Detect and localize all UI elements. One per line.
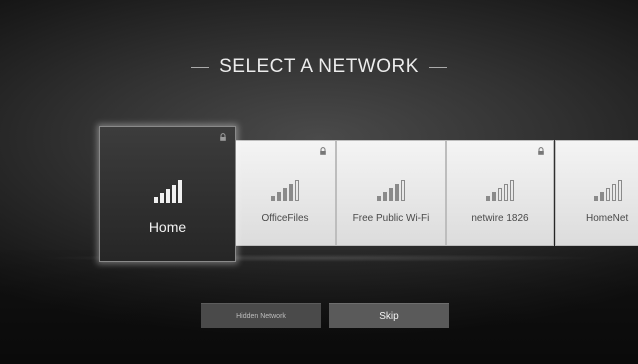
- signal-bar: [153, 197, 158, 203]
- signal-bar: [177, 180, 182, 203]
- signal-bar: [277, 192, 281, 201]
- signal-bar: [283, 188, 287, 201]
- signal-bar: [492, 192, 496, 201]
- signal-bar: [383, 192, 387, 201]
- hidden-network-button[interactable]: Hidden Network: [201, 303, 321, 328]
- title-row: SELECT A NETWORK: [0, 52, 638, 82]
- title-rule-right: [428, 66, 447, 68]
- signal-bar: [395, 184, 399, 201]
- signal-bar: [594, 196, 598, 201]
- signal-bar: [271, 196, 275, 201]
- title-rule-left: [191, 66, 210, 68]
- signal-bar: [295, 180, 299, 201]
- signal-bar: [504, 184, 508, 201]
- wifi-signal-icon: [271, 179, 299, 201]
- network-select-screen: SELECT A NETWORK OfficeFiles Free Public…: [0, 0, 638, 364]
- signal-bar: [289, 184, 293, 201]
- signal-bar: [606, 188, 610, 201]
- skip-button[interactable]: Skip: [329, 303, 449, 328]
- network-tile-netwire-1826[interactable]: netwire 1826: [446, 140, 554, 246]
- network-name: netwire 1826: [471, 213, 529, 224]
- signal-bar: [165, 189, 170, 203]
- lock-icon: [538, 147, 544, 155]
- wifi-signal-icon: [486, 179, 514, 201]
- signal-bar: [159, 193, 164, 203]
- wifi-signal-icon: [594, 179, 622, 201]
- network-name: OfficeFiles: [261, 213, 309, 224]
- network-name: HomeNet: [586, 213, 629, 224]
- signal-bar: [389, 188, 393, 201]
- network-tile-home[interactable]: Home: [99, 126, 236, 262]
- lock-icon: [220, 133, 226, 141]
- network-name: Home: [148, 219, 187, 235]
- wifi-signal-icon: [377, 179, 405, 201]
- signal-bar: [612, 184, 616, 201]
- page-title: SELECT A NETWORK: [219, 56, 419, 77]
- wifi-signal-icon: [153, 179, 182, 203]
- signal-bar: [600, 192, 604, 201]
- network-tile-free-public-wifi[interactable]: Free Public Wi-Fi: [336, 140, 446, 246]
- signal-bar: [498, 188, 502, 201]
- signal-bar: [618, 180, 622, 201]
- signal-bar: [377, 196, 381, 201]
- signal-bar: [486, 196, 490, 201]
- signal-bar: [401, 180, 405, 201]
- signal-bar: [510, 180, 514, 201]
- network-tile-officefiles[interactable]: OfficeFiles: [234, 140, 336, 246]
- network-tile-homenet[interactable]: HomeNet: [555, 140, 638, 246]
- signal-bar: [171, 185, 176, 203]
- lock-icon: [320, 147, 326, 155]
- network-name: Free Public Wi-Fi: [352, 213, 430, 224]
